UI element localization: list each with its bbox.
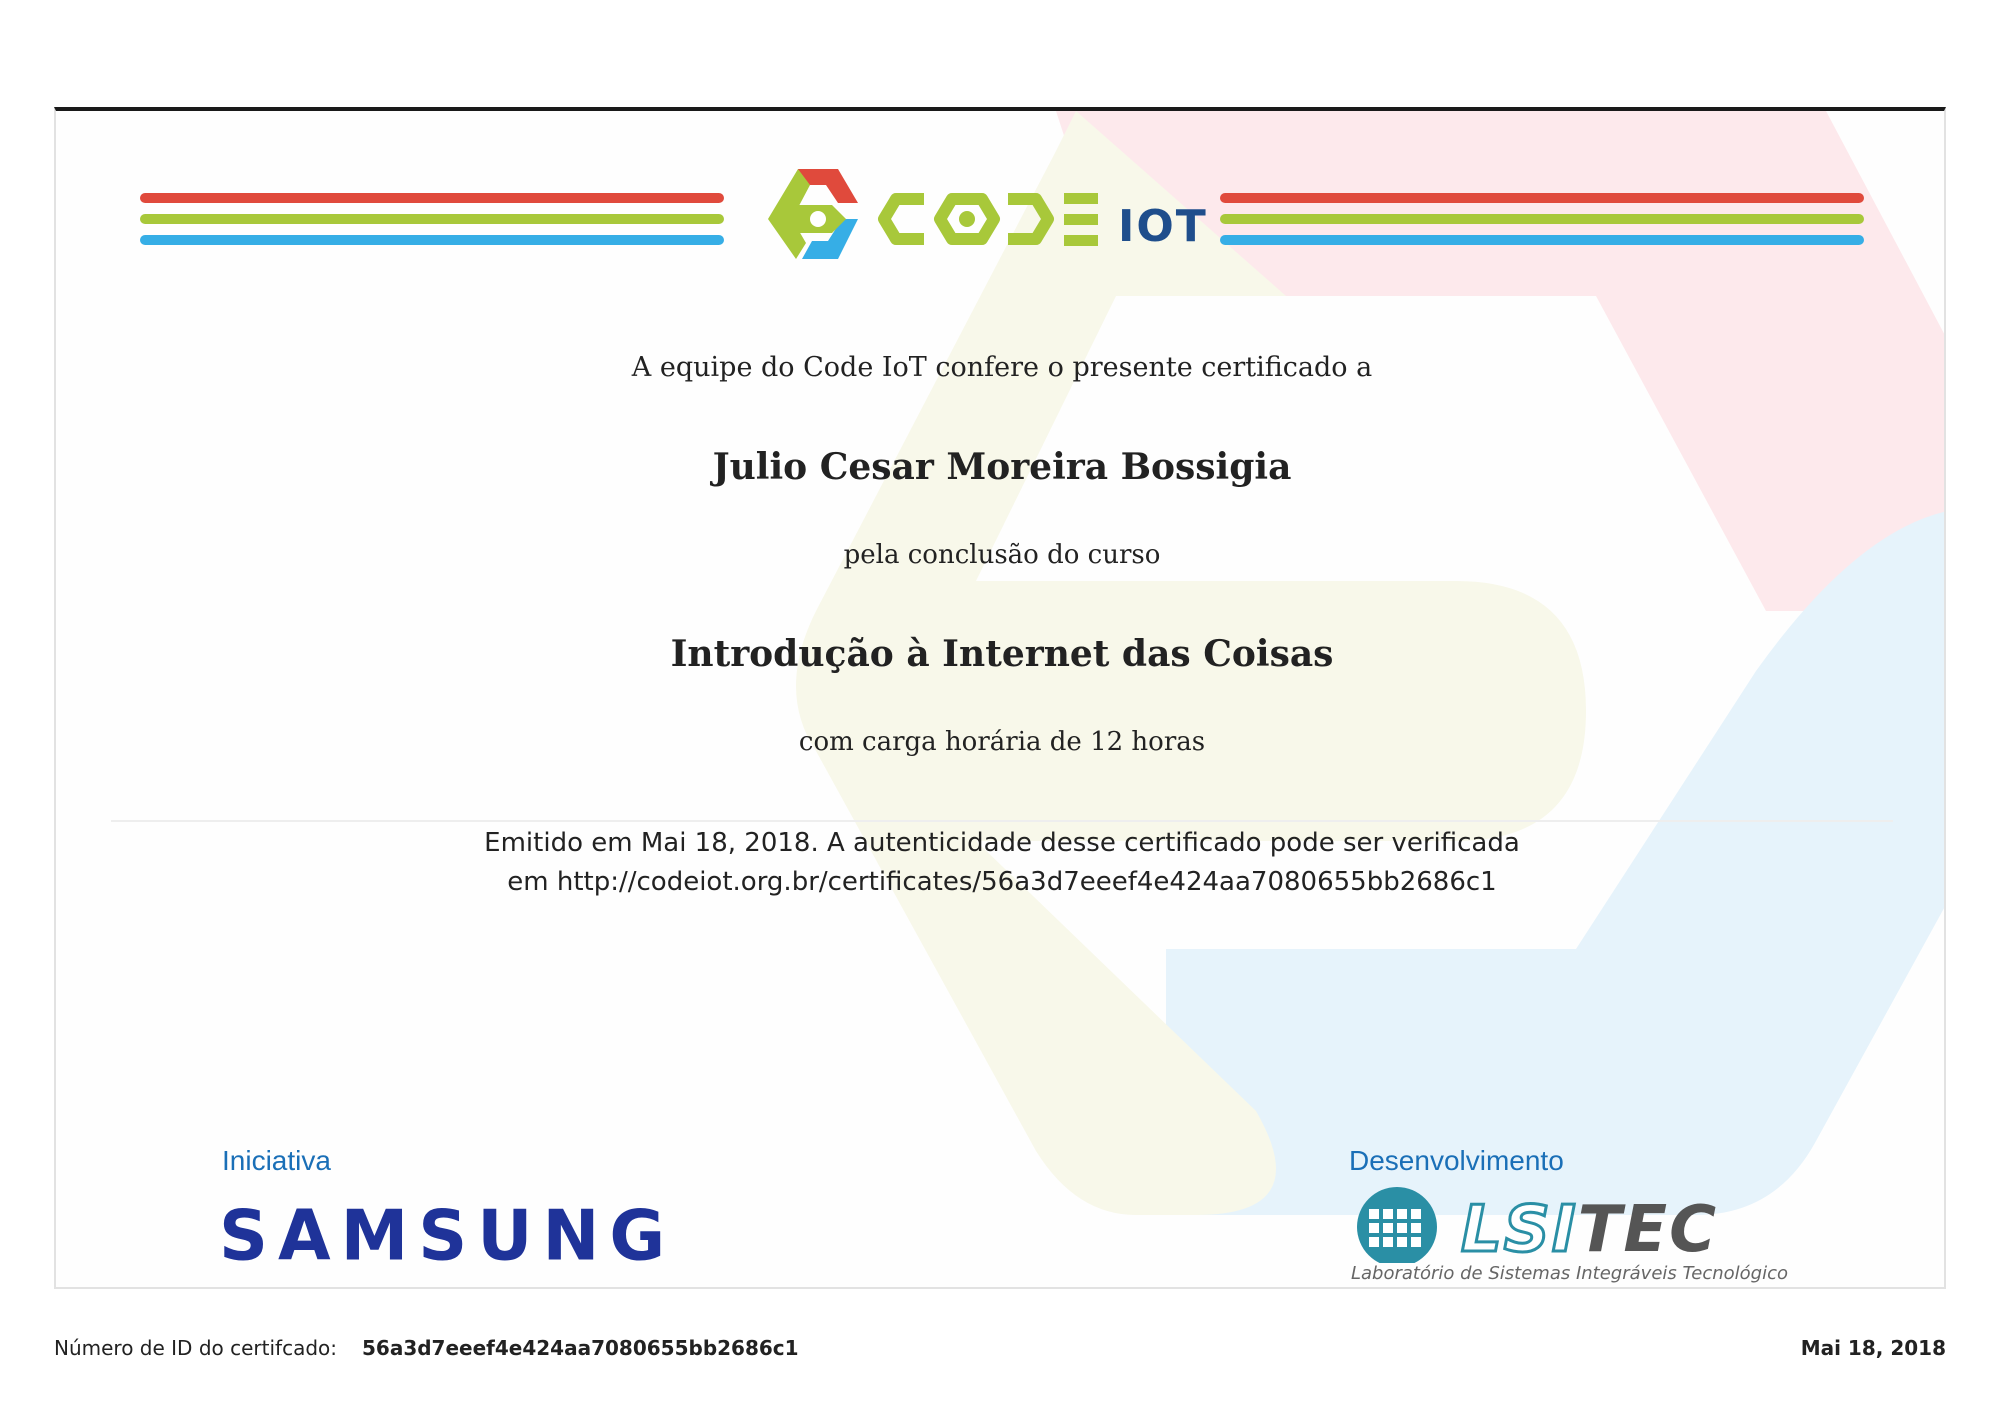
right-stripe-blue	[1220, 235, 1864, 245]
divider	[111, 820, 1893, 822]
lsitec-globe-icon	[1357, 1187, 1437, 1263]
intro-text: A equipe do Code IoT confere o presente …	[631, 352, 1373, 383]
course-hours: com carga horária de 12 horas	[798, 727, 1206, 757]
issued-line-2: em http://codeiot.org.br/certificates/56…	[507, 867, 1497, 897]
left-stripe-green	[140, 214, 724, 224]
right-stripes	[1220, 193, 1864, 245]
code-iot-hexagon-icon	[768, 169, 858, 259]
left-stripe-blue	[140, 235, 724, 245]
issued-line-1: Emitido em Mai 18, 2018. A autenticidade…	[484, 828, 1520, 858]
certificate-id-label: Número de ID do certifcado:	[54, 1336, 337, 1360]
initiative-label: Iniciativa	[222, 1145, 331, 1176]
certificate-id-value: 56a3d7eeef4e424aa7080655bb2686c1	[362, 1336, 799, 1360]
samsung-logo: SAMSUNG	[219, 1196, 676, 1277]
left-stripes	[140, 193, 724, 245]
recipient-name: Julio Cesar Moreira Bossigia	[712, 446, 1292, 488]
watermark-hexagon-icon	[796, 111, 1944, 1215]
lsitec-wordmark-tec: TEC	[1577, 1193, 1719, 1267]
right-stripe-red	[1220, 193, 1864, 203]
right-stripe-green	[1220, 214, 1864, 224]
lsitec-wordmark: LSITEC	[1460, 1192, 1719, 1269]
footer-date: Mai 18, 2018	[1800, 1336, 1946, 1360]
course-prefix-text: pela conclusão do curso	[843, 540, 1161, 570]
certificate-card: IOT A equipe do Code IoT confere o prese…	[54, 107, 1946, 1289]
course-name: Introdução à Internet das Coisas	[670, 633, 1334, 675]
code-iot-logo: IOT	[768, 169, 1206, 259]
left-stripe-red	[140, 193, 724, 203]
iot-wordmark: IOT	[1118, 201, 1206, 252]
development-label: Desenvolvimento	[1349, 1145, 1564, 1176]
lsitec-wordmark-lsi: LSI	[1460, 1192, 1578, 1269]
lsitec-caption: Laboratório de Sistemas Integráveis Tecn…	[1351, 1263, 1789, 1284]
